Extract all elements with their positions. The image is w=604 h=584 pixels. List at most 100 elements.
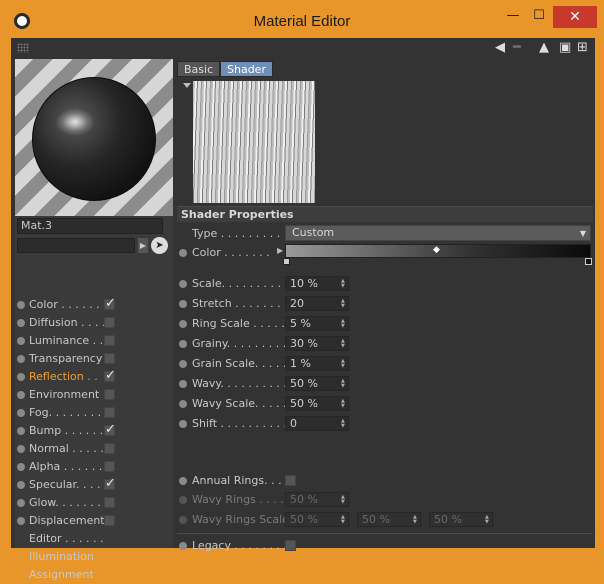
param-label: Wavy. . . . . . . . . .: [192, 377, 287, 390]
channel-checkbox[interactable]: [104, 422, 116, 437]
expand-arrow-icon[interactable]: ▶: [138, 238, 148, 253]
channel-item[interactable]: Diffusion . . . .: [17, 314, 171, 332]
minimize-button[interactable]: —: [502, 8, 524, 28]
param-value-field[interactable]: 1 %: [285, 356, 349, 371]
param-label: Shift . . . . . . . . . .: [192, 417, 287, 430]
channel-checkbox[interactable]: [104, 353, 115, 364]
channel-dot-icon: [17, 427, 25, 435]
param-value-field[interactable]: 10 %: [285, 276, 349, 291]
annual-rings-row: Annual Rings. . .: [179, 472, 593, 490]
annual-rings-checkbox[interactable]: [285, 475, 296, 486]
channel-label: Luminance . .: [29, 334, 104, 347]
param-animate-dot[interactable]: [179, 400, 187, 408]
tab-basic[interactable]: Basic: [177, 61, 221, 77]
param-row: Wavy Scale. . . . . 50 %: [179, 395, 593, 413]
picker-icon[interactable]: ➤: [151, 237, 168, 254]
param-value-field[interactable]: 50 %: [285, 396, 349, 411]
param-animate-dot[interactable]: [179, 320, 187, 328]
param-animate-dot[interactable]: [179, 300, 187, 308]
color-label: Color . . . . . . .: [192, 246, 270, 259]
channel-item[interactable]: Color . . . . . .: [17, 296, 171, 314]
channel-checkbox[interactable]: [104, 476, 116, 491]
material-preview[interactable]: [15, 59, 173, 216]
annual-rings-animate-dot[interactable]: [179, 477, 187, 485]
divider: [177, 533, 593, 534]
channel-checkbox[interactable]: [104, 389, 115, 400]
channel-item[interactable]: Assignment: [17, 566, 171, 584]
new-window-icon[interactable]: ⊞: [577, 40, 588, 55]
channel-item[interactable]: Displacement: [17, 512, 171, 530]
channel-item[interactable]: Reflection . .: [17, 368, 171, 386]
channel-item[interactable]: Illumination: [17, 548, 171, 566]
gradient-expand-icon[interactable]: ▶: [277, 246, 283, 255]
close-button[interactable]: ✕: [553, 6, 597, 28]
wavy-rings-animate-dot[interactable]: [179, 496, 187, 504]
channel-item[interactable]: Editor . . . . . .: [17, 530, 171, 548]
param-row: Scale. . . . . . . . . . 10 %: [179, 275, 593, 293]
wavy-rings-scale-y-field[interactable]: 50 %: [357, 512, 421, 527]
maximize-button[interactable]: ☐: [528, 8, 550, 28]
forward-arrow-icon[interactable]: ━: [513, 40, 521, 55]
wavy-rings-scale-animate-dot[interactable]: [179, 516, 187, 524]
channel-label: Displacement: [29, 514, 105, 527]
channel-label: Color . . . . . .: [29, 298, 100, 311]
channel-item[interactable]: Transparency: [17, 350, 171, 368]
channel-item[interactable]: Alpha . . . . . .: [17, 458, 171, 476]
toolbar: ◀ ━ ▲ ▣ ⊞: [11, 38, 595, 58]
param-label: Grainy. . . . . . . . .: [192, 337, 287, 350]
type-label: Type . . . . . . . . . .: [192, 227, 288, 240]
param-value-field[interactable]: 0: [285, 416, 349, 431]
param-value-field[interactable]: 5 %: [285, 316, 349, 331]
material-name-field[interactable]: Mat.3: [17, 218, 163, 234]
gradient-midpoint-knot[interactable]: ◆: [433, 245, 440, 255]
param-animate-dot[interactable]: [179, 420, 187, 428]
channel-checkbox[interactable]: [104, 368, 116, 383]
channel-item[interactable]: Specular. . . .: [17, 476, 171, 494]
type-dropdown[interactable]: Custom: [285, 225, 591, 241]
back-arrow-icon[interactable]: ◀: [495, 40, 505, 55]
channel-checkbox[interactable]: [104, 443, 115, 454]
wavy-rings-scale-x-field[interactable]: 50 %: [285, 512, 349, 527]
param-animate-dot[interactable]: [179, 380, 187, 388]
up-arrow-icon[interactable]: ▲: [539, 40, 549, 55]
param-row: Stretch . . . . . . . . 20: [179, 295, 593, 313]
wavy-rings-field[interactable]: 50 %: [285, 492, 349, 507]
channel-item[interactable]: Fog. . . . . . . .: [17, 404, 171, 422]
channel-item[interactable]: Bump . . . . . .: [17, 422, 171, 440]
title-bar[interactable]: Material Editor — ☐ ✕: [0, 0, 604, 38]
channel-checkbox[interactable]: [104, 407, 115, 418]
channel-checkbox[interactable]: [104, 461, 115, 472]
channel-dot-icon: [17, 319, 25, 327]
channel-item[interactable]: Normal . . . . .: [17, 440, 171, 458]
channel-checkbox[interactable]: [104, 497, 115, 508]
channel-item[interactable]: Environment: [17, 386, 171, 404]
channel-checkbox[interactable]: [104, 317, 115, 328]
material-path-field[interactable]: [17, 238, 135, 253]
channel-item[interactable]: Luminance . .: [17, 332, 171, 350]
legacy-checkbox[interactable]: [285, 540, 296, 551]
color-animate-dot[interactable]: [179, 249, 187, 257]
gradient-start-knot[interactable]: [283, 258, 290, 265]
gradient-end-knot[interactable]: [585, 258, 592, 265]
color-row: Color . . . . . . . ▶ ◆: [179, 244, 593, 265]
lock-icon[interactable]: ▣: [559, 40, 571, 55]
wavy-rings-scale-z-field[interactable]: 50 %: [429, 512, 493, 527]
param-animate-dot[interactable]: [179, 360, 187, 368]
legacy-animate-dot[interactable]: [179, 542, 187, 550]
channel-item[interactable]: Glow. . . . . . .: [17, 494, 171, 512]
channel-checkbox[interactable]: [104, 515, 115, 526]
param-value-field[interactable]: 20: [285, 296, 349, 311]
param-value-field[interactable]: 50 %: [285, 376, 349, 391]
param-animate-dot[interactable]: [179, 340, 187, 348]
channel-label: Fog. . . . . . . .: [29, 406, 102, 419]
channel-checkbox[interactable]: [104, 335, 115, 346]
channel-checkbox[interactable]: [104, 296, 116, 311]
right-panel: Basic Shader Shader Properties Type . . …: [175, 59, 595, 552]
tab-shader[interactable]: Shader: [220, 61, 273, 77]
channel-dot-icon: [17, 499, 25, 507]
collapse-triangle-icon[interactable]: [183, 83, 191, 88]
param-value-field[interactable]: 30 %: [285, 336, 349, 351]
param-animate-dot[interactable]: [179, 280, 187, 288]
grip-icon[interactable]: [17, 43, 29, 53]
channel-label: Alpha . . . . . .: [29, 460, 103, 473]
